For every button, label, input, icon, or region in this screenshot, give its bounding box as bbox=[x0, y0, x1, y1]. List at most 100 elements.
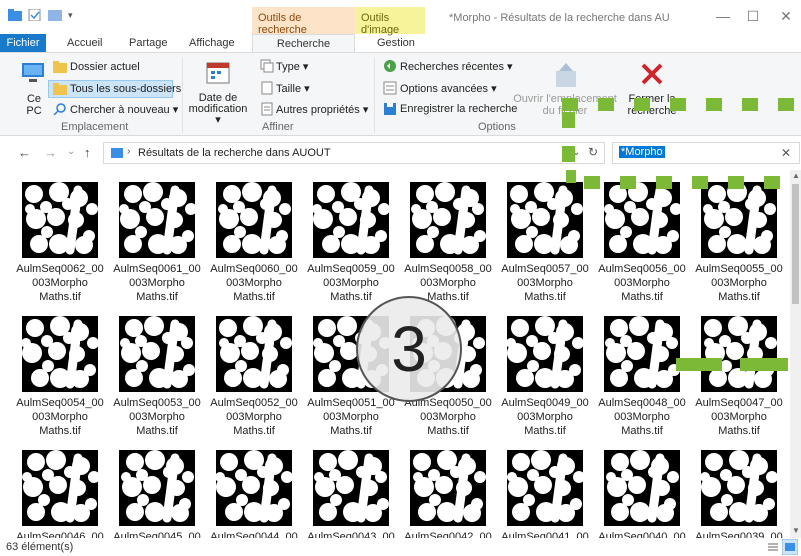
file-item[interactable]: AulmSeq0049_00 003Morpho Maths.tif bbox=[497, 316, 593, 440]
file-name-line: AulmSeq0059_00 bbox=[307, 263, 395, 275]
file-name-line: 003Morpho bbox=[517, 411, 573, 423]
file-item[interactable]: AulmSeq0053_00 003Morpho Maths.tif bbox=[109, 316, 205, 440]
file-name: AulmSeq0060_00 003Morpho Maths.tif bbox=[206, 262, 302, 304]
save-search-button[interactable]: Enregistrer la recherche bbox=[400, 103, 517, 115]
file-item[interactable]: AulmSeq0062_00 003Morpho Maths.tif bbox=[12, 182, 108, 306]
file-name-line: Maths.tif bbox=[233, 425, 275, 437]
tab-home[interactable]: Accueil bbox=[67, 34, 102, 52]
details-view-icon[interactable] bbox=[766, 540, 780, 554]
this-pc-button[interactable]: Ce PC bbox=[22, 93, 46, 117]
back-button[interactable]: ← bbox=[18, 145, 31, 160]
file-name: AulmSeq0044_00 bbox=[206, 530, 302, 538]
file-name: AulmSeq0047_00 003Morpho Maths.tif bbox=[691, 396, 787, 438]
file-name-line: AulmSeq0057_00 bbox=[501, 263, 589, 275]
file-item[interactable]: AulmSeq0054_00 003Morpho Maths.tif bbox=[12, 316, 108, 440]
file-name: AulmSeq0043_00 bbox=[303, 530, 399, 538]
forward-button[interactable]: → bbox=[44, 145, 57, 160]
file-item[interactable]: AulmSeq0061_00 003Morpho Maths.tif bbox=[109, 182, 205, 306]
image-thumbnail bbox=[604, 182, 680, 258]
address-bar[interactable]: › Résultats de la recherche dans AUOUT ⌄… bbox=[103, 142, 605, 164]
scroll-up-icon[interactable]: ▲ bbox=[792, 171, 800, 180]
recent-locations-button[interactable]: ⌄ bbox=[67, 146, 75, 157]
file-item[interactable]: AulmSeq0058_00 003Morpho Maths.tif bbox=[400, 182, 496, 306]
tab-share[interactable]: Partage bbox=[129, 34, 168, 52]
search-again-button[interactable]: Chercher à nouveau ▾ bbox=[70, 103, 178, 116]
clear-search-button[interactable]: ✕ bbox=[781, 146, 791, 160]
close-button[interactable]: ✕ bbox=[771, 8, 801, 25]
image-tools-context-label: Outils d'image bbox=[355, 7, 425, 36]
file-name: AulmSeq0049_00 003Morpho Maths.tif bbox=[497, 396, 593, 438]
advanced-options-button[interactable]: Options avancées ▾ bbox=[400, 82, 497, 95]
file-name: AulmSeq0041_00 bbox=[497, 530, 593, 538]
image-thumbnail bbox=[22, 316, 98, 392]
current-folder-button[interactable]: Dossier actuel bbox=[70, 61, 140, 73]
file-item[interactable]: AulmSeq0047_00 003Morpho Maths.tif bbox=[691, 316, 787, 440]
qat-dropdown-icon[interactable]: ▾ bbox=[68, 10, 73, 21]
file-item[interactable]: AulmSeq0042_00 bbox=[400, 450, 496, 538]
file-item[interactable]: AulmSeq0048_00 003Morpho Maths.tif bbox=[594, 316, 690, 440]
folder-icon[interactable] bbox=[8, 9, 22, 21]
folder-icon bbox=[53, 61, 67, 73]
file-item[interactable]: AulmSeq0039_00 bbox=[691, 450, 787, 538]
save-search-icon bbox=[384, 103, 396, 115]
maximize-button[interactable]: ☐ bbox=[738, 8, 768, 25]
file-name-line: AulmSeq0053_00 bbox=[113, 397, 201, 409]
new-folder-icon[interactable] bbox=[48, 9, 62, 21]
image-thumbnail bbox=[410, 182, 486, 258]
ribbon-tabs: Fichier Accueil Partage Affichage Recher… bbox=[0, 34, 801, 84]
type-filter-button[interactable]: Type ▾ bbox=[276, 60, 308, 73]
properties-icon[interactable] bbox=[28, 9, 42, 21]
file-item[interactable]: AulmSeq0040_00 bbox=[594, 450, 690, 538]
size-filter-button[interactable]: Taille ▾ bbox=[276, 82, 310, 95]
recent-searches-icon bbox=[384, 60, 396, 72]
tab-view[interactable]: Affichage bbox=[189, 34, 235, 52]
options-group-label: Options bbox=[478, 121, 516, 133]
file-item[interactable]: AulmSeq0044_00 bbox=[206, 450, 302, 538]
file-item[interactable]: AulmSeq0057_00 003Morpho Maths.tif bbox=[497, 182, 593, 306]
file-item[interactable]: AulmSeq0055_00 003Morpho Maths.tif bbox=[691, 182, 787, 306]
file-item[interactable]: AulmSeq0052_00 003Morpho Maths.tif bbox=[206, 316, 302, 440]
file-name: AulmSeq0048_00 003Morpho Maths.tif bbox=[594, 396, 690, 438]
all-subfolders-button[interactable]: Tous les sous-dossiers bbox=[70, 83, 181, 95]
navigation-bar: ← → ⌄ ↑ › Résultats de la recherche dans… bbox=[0, 136, 801, 170]
search-input[interactable]: *Morpho bbox=[619, 146, 665, 158]
open-file-location-icon bbox=[556, 63, 576, 87]
file-name-line: Maths.tif bbox=[39, 425, 81, 437]
tab-file[interactable]: Fichier bbox=[0, 34, 46, 52]
file-name-line: AulmSeq0040_00 bbox=[598, 531, 686, 538]
file-name-line: 003Morpho bbox=[420, 277, 476, 289]
vertical-scrollbar[interactable]: ▲ ▼ bbox=[790, 170, 801, 538]
image-thumbnail bbox=[313, 182, 389, 258]
file-item[interactable]: AulmSeq0043_00 bbox=[303, 450, 399, 538]
file-name-line: AulmSeq0058_00 bbox=[404, 263, 492, 275]
file-item[interactable]: AulmSeq0041_00 bbox=[497, 450, 593, 538]
tab-manage[interactable]: Gestion bbox=[377, 34, 415, 52]
image-thumbnail bbox=[216, 450, 292, 526]
large-icons-view-icon[interactable] bbox=[782, 539, 798, 555]
file-name-line: AulmSeq0046_00 bbox=[16, 531, 104, 538]
recent-searches-button[interactable]: Recherches récentes ▾ bbox=[400, 60, 513, 73]
file-item[interactable]: AulmSeq0060_00 003Morpho Maths.tif bbox=[206, 182, 302, 306]
other-properties-button[interactable]: Autres propriétés ▾ bbox=[276, 103, 368, 116]
file-item[interactable]: AulmSeq0059_00 003Morpho Maths.tif bbox=[303, 182, 399, 306]
file-name-line: AulmSeq0055_00 bbox=[695, 263, 783, 275]
tab-search[interactable]: Recherche bbox=[252, 34, 355, 52]
modified-date-button[interactable]: Date de modification ▾ bbox=[186, 93, 250, 126]
file-item[interactable]: AulmSeq0045_00 bbox=[109, 450, 205, 538]
file-name-line: AulmSeq0061_00 bbox=[113, 263, 201, 275]
file-item[interactable]: AulmSeq0056_00 003Morpho Maths.tif bbox=[594, 182, 690, 306]
file-name-line: 003Morpho bbox=[226, 411, 282, 423]
file-name-line: Maths.tif bbox=[718, 425, 760, 437]
breadcrumb-path[interactable]: Résultats de la recherche dans AUOUT bbox=[138, 147, 331, 159]
search-box[interactable]: *Morpho ✕ bbox=[612, 142, 800, 164]
up-button[interactable]: ↑ bbox=[84, 145, 91, 160]
minimize-button[interactable]: — bbox=[708, 8, 738, 24]
scrollbar-thumb[interactable] bbox=[792, 184, 799, 304]
type-icon bbox=[260, 59, 274, 73]
breadcrumb-chevron-icon[interactable]: › bbox=[127, 146, 130, 157]
scroll-down-icon[interactable]: ▼ bbox=[792, 526, 800, 535]
refresh-button[interactable]: ↻ bbox=[588, 145, 598, 159]
file-name-line: 003Morpho bbox=[129, 411, 185, 423]
file-item[interactable]: AulmSeq0046_00 bbox=[12, 450, 108, 538]
file-name-line: 003Morpho bbox=[711, 277, 767, 289]
